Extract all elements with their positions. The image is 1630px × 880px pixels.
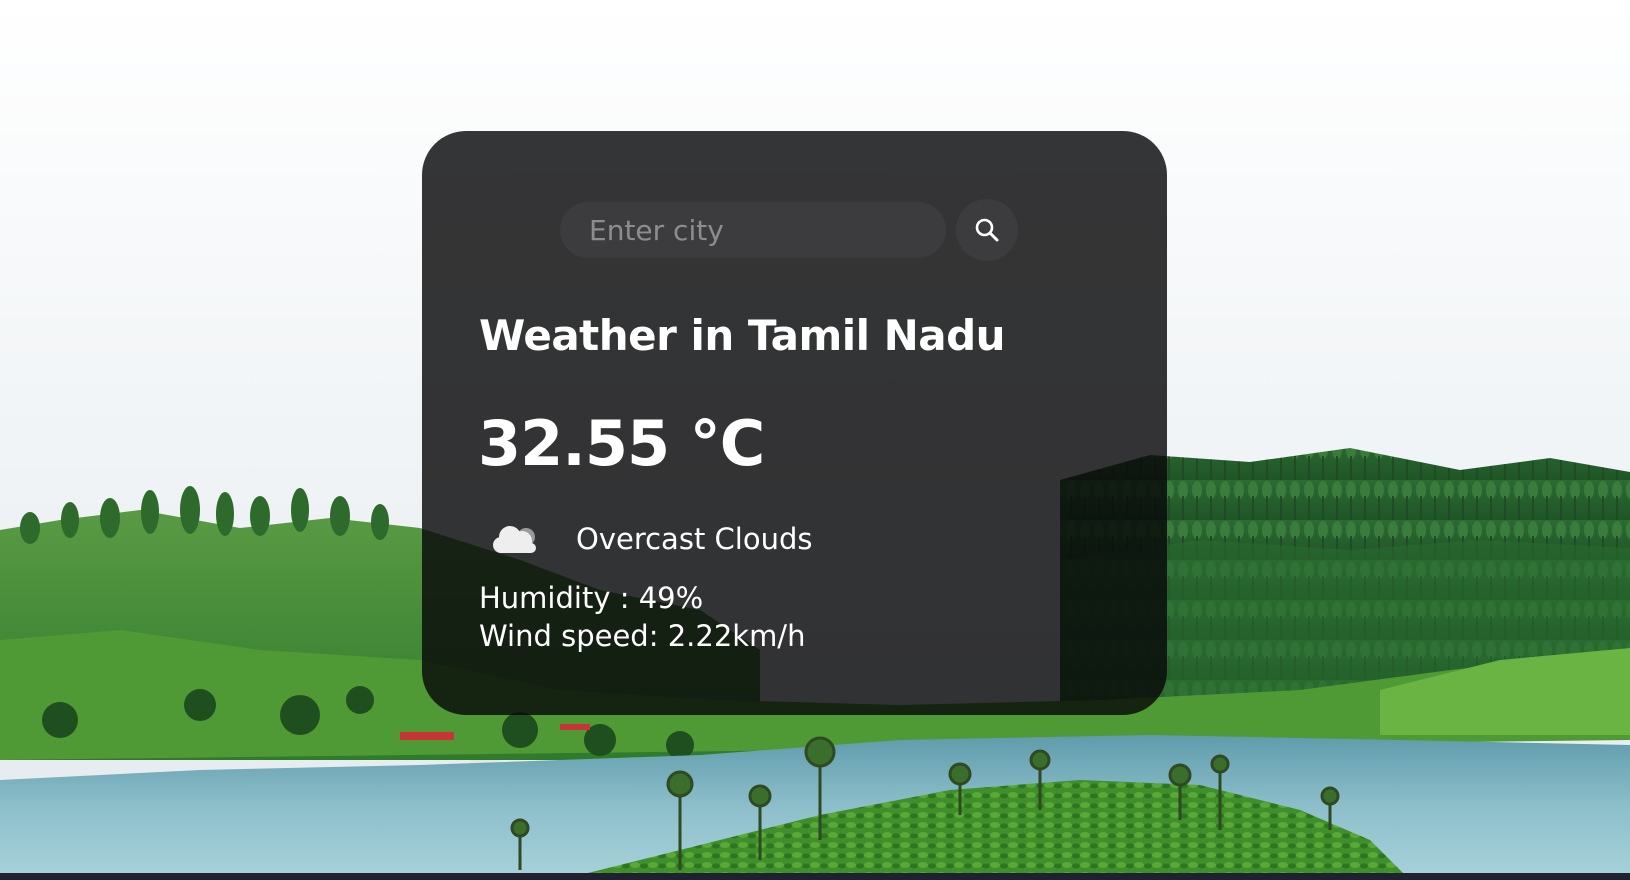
wind-speed-text: Wind speed: 2.22km/h <box>479 619 806 653</box>
condition-row: Overcast Clouds <box>488 519 812 559</box>
cloud-icon <box>493 526 536 553</box>
city-title: Weather in Tamil Nadu <box>479 311 1006 360</box>
search-bar <box>560 199 1018 261</box>
temperature-value: 32.55 °C <box>478 407 765 480</box>
search-icon <box>975 218 999 242</box>
humidity-text: Humidity : 49% <box>479 581 704 615</box>
weather-card: Weather in Tamil Nadu 32.55 °C Overcast … <box>422 131 1167 715</box>
bottom-edge-bar <box>0 873 1630 880</box>
city-search-input[interactable] <box>560 202 946 258</box>
weather-condition: Overcast Clouds <box>576 522 813 556</box>
search-button[interactable] <box>956 199 1018 261</box>
